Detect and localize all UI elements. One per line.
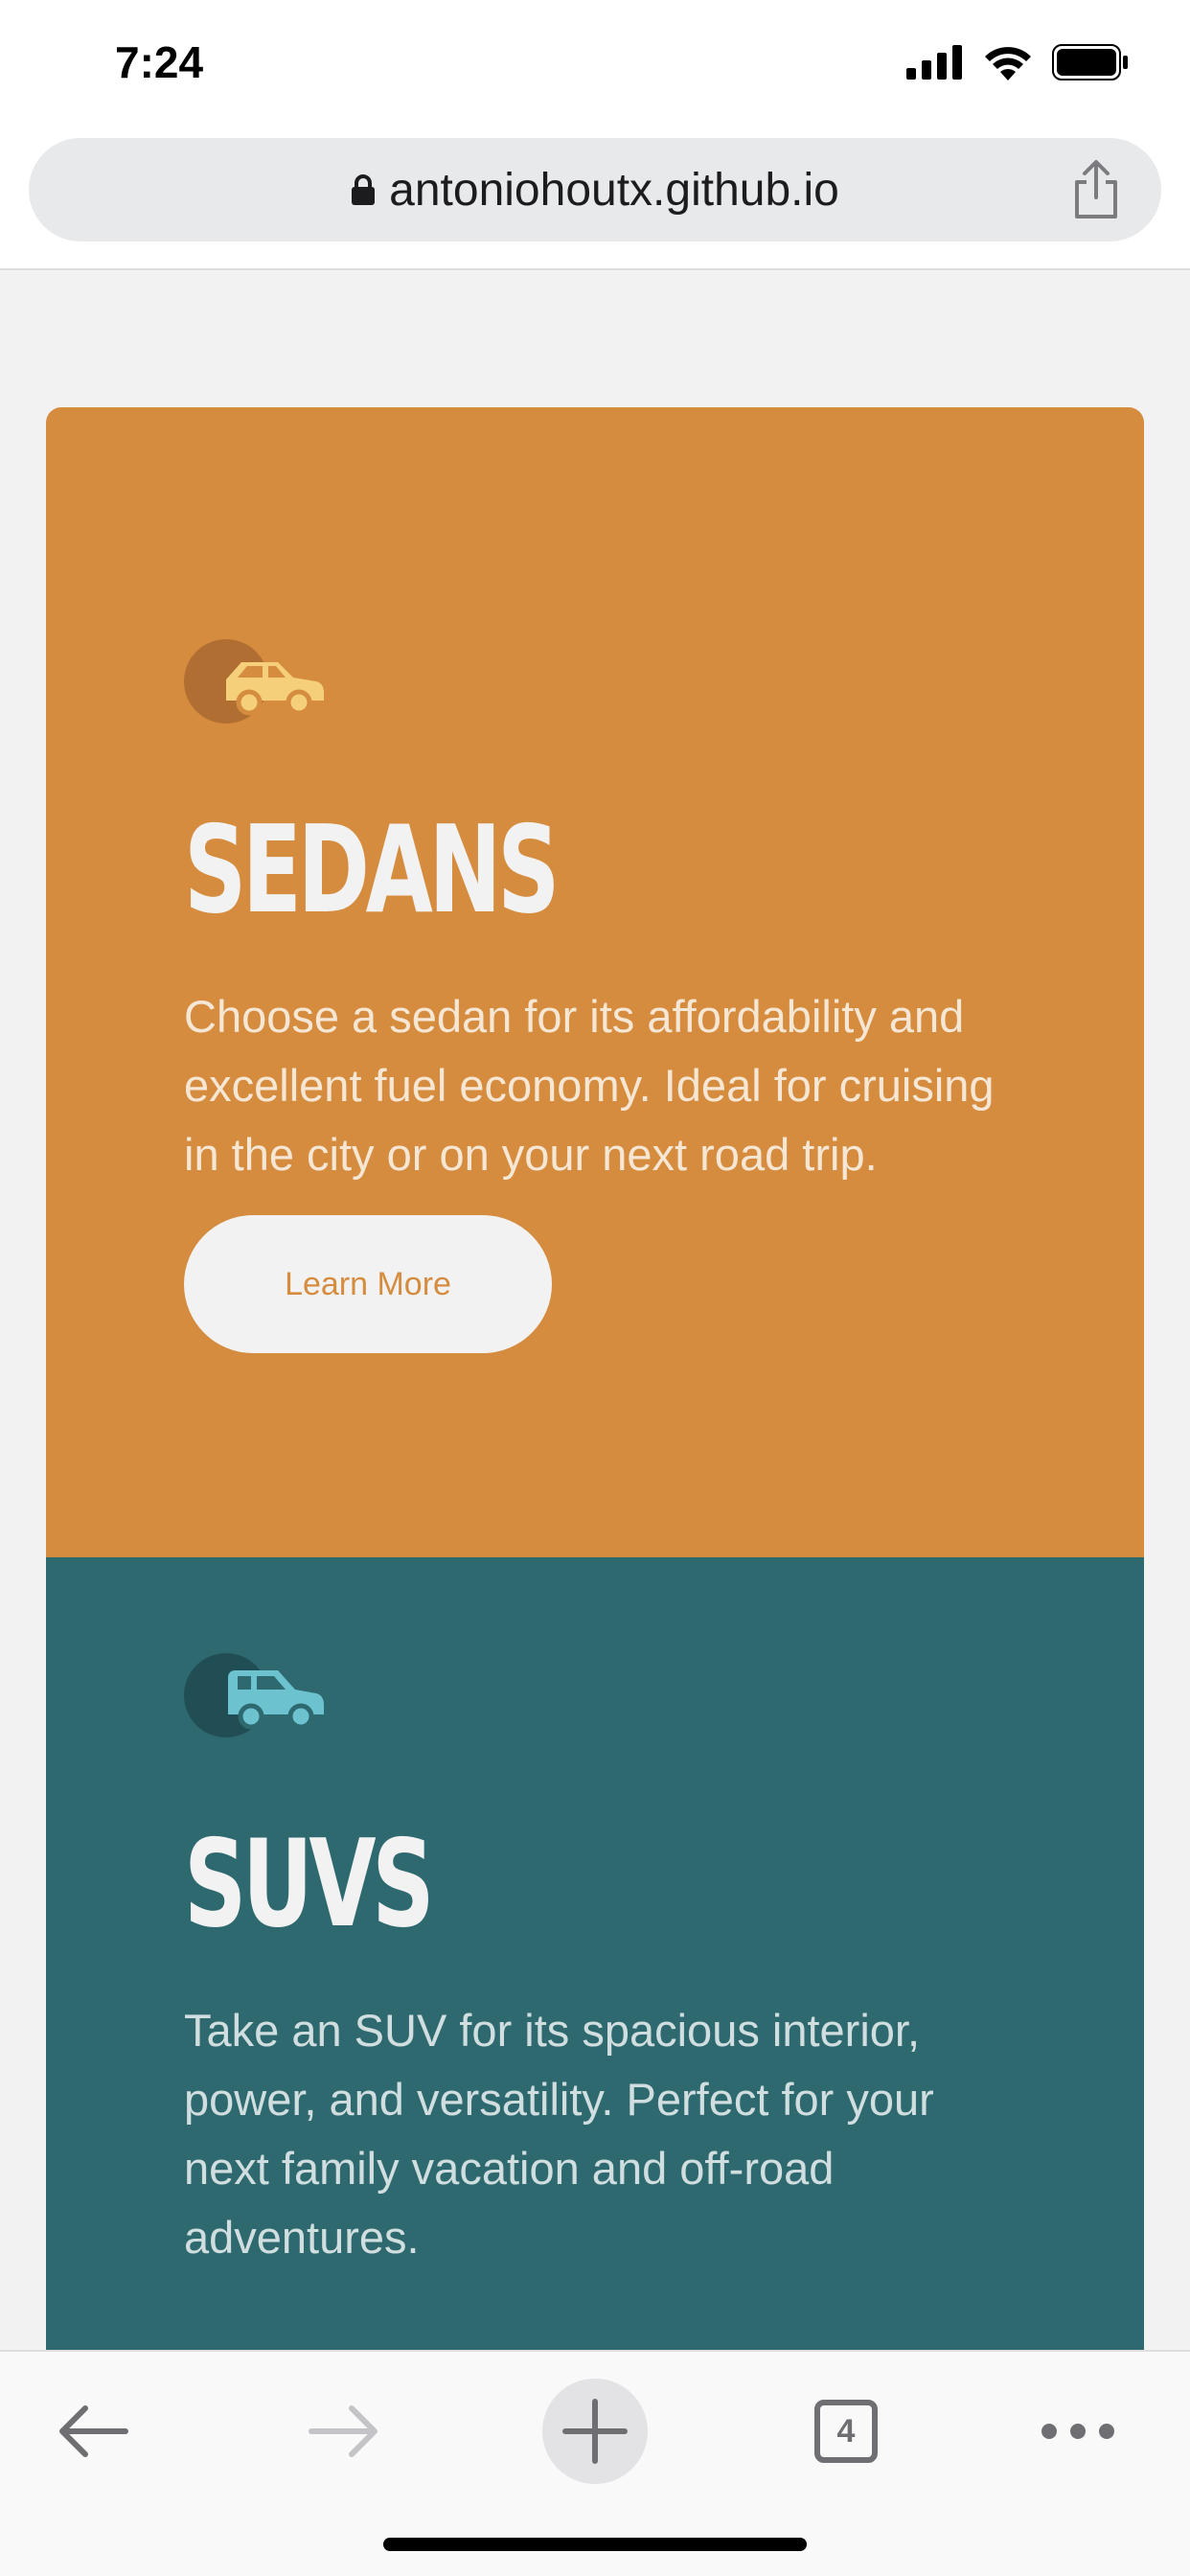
plus-icon (562, 2399, 628, 2464)
home-indicator (383, 2538, 807, 2551)
forward-button[interactable] (291, 2379, 397, 2484)
status-time: 7:24 (115, 37, 204, 87)
suv-icon (184, 1653, 324, 1737)
more-icon (1041, 2424, 1114, 2439)
url-text: antoniohoutx.github.io (389, 164, 839, 216)
new-tab-button[interactable] (542, 2379, 648, 2484)
address-bar[interactable]: antoniohoutx.github.io (29, 138, 1161, 242)
back-button[interactable] (40, 2379, 146, 2484)
wifi-icon (985, 47, 1031, 80)
sedan-icon (184, 639, 324, 724)
battery-icon (1052, 44, 1128, 80)
signal-icon (906, 45, 962, 80)
card-title: SUVS (184, 1813, 435, 1954)
page-content: SEDANS Choose a sedan for its affordabil… (0, 272, 1190, 2350)
card-description: Choose a sedan for its affordability and… (184, 991, 995, 1180)
tabs-icon: 4 (814, 2400, 878, 2463)
learn-more-button[interactable]: Learn More (184, 1215, 552, 1353)
card-description: Take an SUV for its spacious interior, p… (184, 2005, 934, 2263)
browser-top-bar: antoniohoutx.github.io (0, 129, 1190, 270)
status-icons (906, 44, 1129, 80)
tabs-button[interactable]: 4 (793, 2379, 899, 2484)
forward-arrow-icon (309, 2405, 378, 2457)
suvs-card: SUVS Take an SUV for its spacious interi… (46, 1557, 1144, 2350)
status-bar: 7:24 (0, 0, 1190, 129)
sedans-card: SEDANS Choose a sedan for its affordabil… (46, 407, 1144, 1557)
back-arrow-icon (59, 2405, 128, 2457)
card-title: SEDANS (184, 799, 560, 940)
more-button[interactable] (1025, 2379, 1131, 2484)
share-button[interactable] (1069, 159, 1123, 220)
lock-icon (352, 174, 376, 205)
share-icon (1075, 160, 1117, 218)
